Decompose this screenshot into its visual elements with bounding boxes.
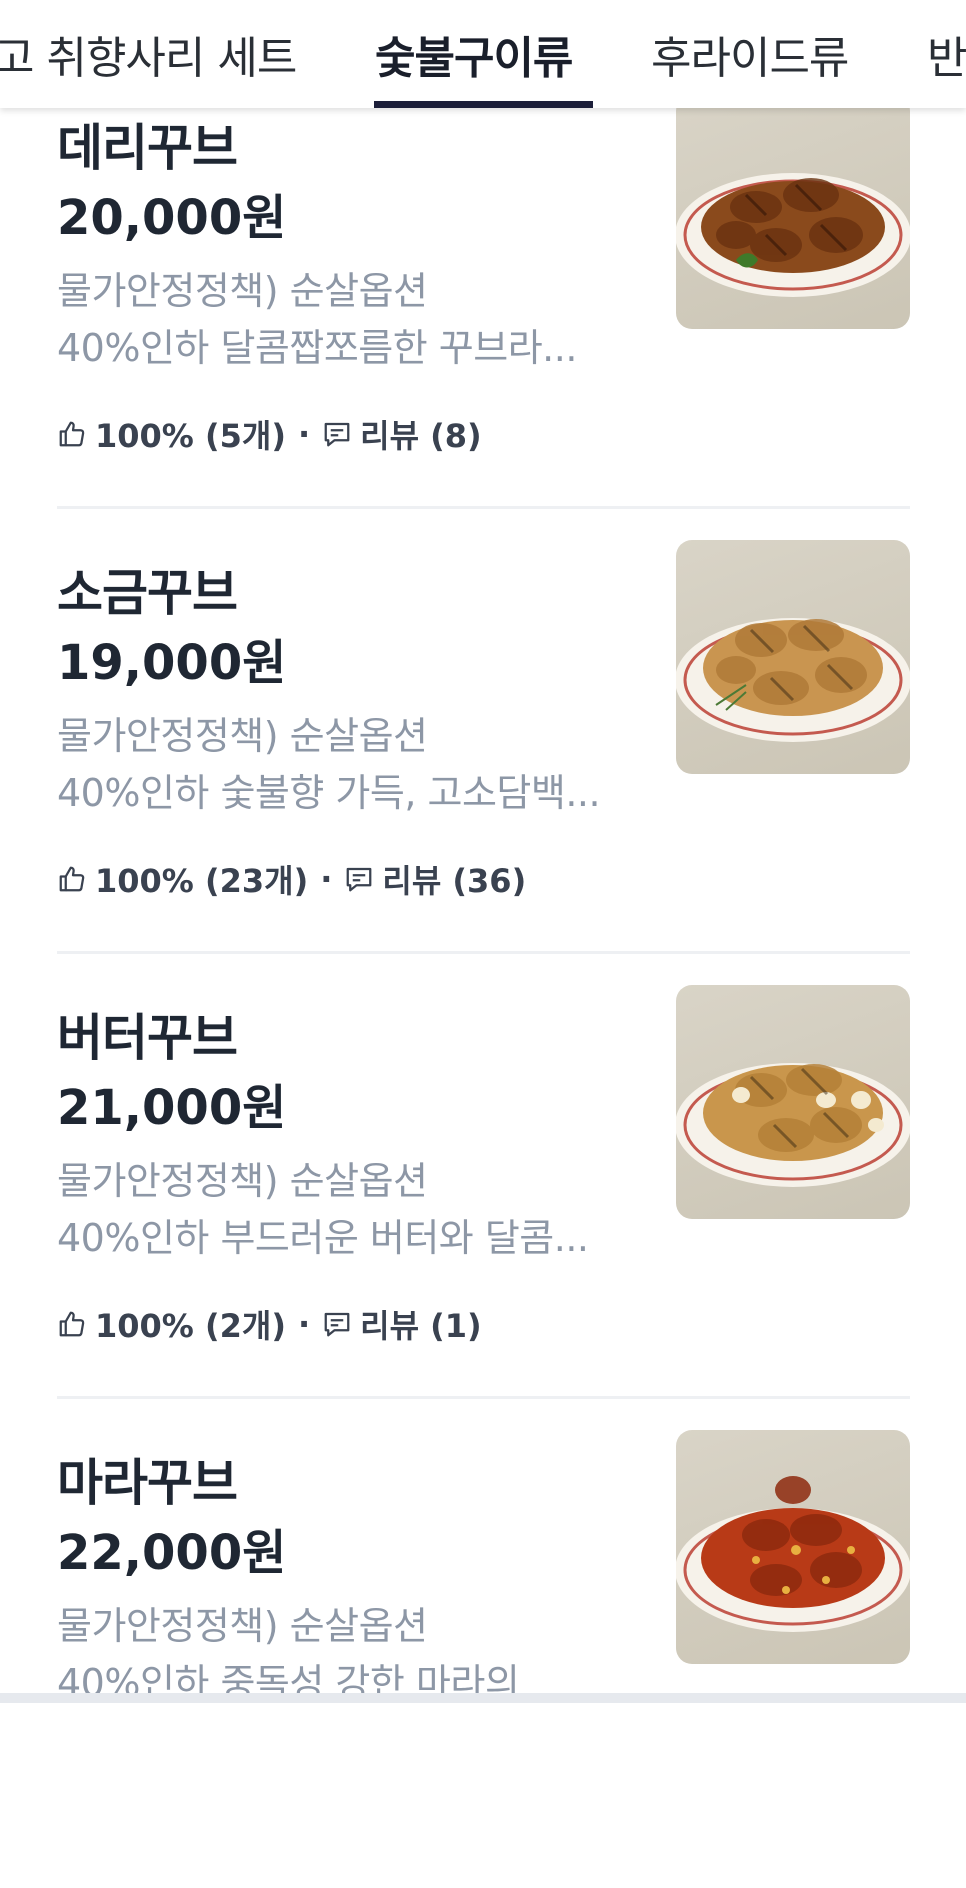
item-divider <box>57 506 910 509</box>
review-count[interactable]: 리뷰 (36) <box>382 856 526 902</box>
menu-item-name: 소금꾸브 <box>57 564 238 622</box>
description-line: 40%인하 중독성 강한 마라의 <box>57 1661 520 1705</box>
separator-dot: · <box>320 860 333 898</box>
speech-bubble-icon <box>344 864 374 894</box>
menu-item-price: 22,000원 <box>57 1525 287 1581</box>
item-divider <box>57 951 910 954</box>
item-divider <box>57 1396 910 1399</box>
description-line: 물가안정정책) 순살옵션 <box>57 1604 428 1648</box>
thumbs-up-icon <box>57 1309 87 1339</box>
menu-item-photo <box>676 540 910 774</box>
tab-sari-set[interactable]: 고 취향사리 세트 <box>0 0 297 108</box>
speech-bubble-icon <box>322 419 352 449</box>
menu-item-salt[interactable]: 소금꾸브 19,000원 물가안정정책) 순살옵션 40%인하 숯불향 가득, … <box>0 540 966 998</box>
menu-item-photo <box>676 985 910 1219</box>
description-line: 물가안정정책) 순살옵션 <box>57 1159 428 1203</box>
menu-item-photo <box>676 95 910 329</box>
separator-dot: · <box>297 415 311 453</box>
menu-item-description: 물가안정정책) 순살옵션 40%인하 달콤짭쪼름한 꾸브라... <box>57 263 647 377</box>
menu-item-butter[interactable]: 버터꾸브 21,000원 물가안정정책) 순살옵션 40%인하 부드러운 버터와… <box>0 985 966 1443</box>
category-tab-bar: 고 취향사리 세트 숯불구이류 후라이드류 반 <box>0 0 966 108</box>
review-count[interactable]: 리뷰 (8) <box>360 411 482 457</box>
description-line: 물가안정정책) 순살옵션 <box>57 269 428 313</box>
menu-item-description: 물가안정정책) 순살옵션 40%인하 숯불향 가득, 고소담백... <box>57 708 647 822</box>
menu-item-name: 데리꾸브 <box>57 119 238 177</box>
menu-item-name: 마라꾸브 <box>57 1454 238 1512</box>
menu-item-price: 19,000원 <box>57 635 287 691</box>
bottom-edge <box>0 1693 966 1703</box>
active-tab-indicator <box>374 101 593 108</box>
menu-item-meta: 100% (23개) · 리뷰 (36) <box>57 856 526 902</box>
menu-item-photo <box>676 1430 910 1664</box>
menu-item-price: 20,000원 <box>57 190 287 246</box>
description-line: 물가안정정책) 순살옵션 <box>57 714 428 758</box>
menu-item-meta: 100% (5개) · 리뷰 (8) <box>57 411 482 457</box>
like-rate: 100% (23개) <box>95 862 309 900</box>
description-line: 40%인하 부드러운 버터와 달콤... <box>57 1216 589 1260</box>
description-line: 40%인하 숯불향 가득, 고소담백... <box>57 771 601 815</box>
like-rate: 100% (5개) <box>95 417 286 455</box>
thumbs-up-icon <box>57 864 87 894</box>
like-rate: 100% (2개) <box>95 1307 286 1345</box>
menu-item-mala[interactable]: 마라꾸브 22,000원 물가안정정책) 순살옵션 40%인하 중독성 강한 마… <box>0 1430 966 1888</box>
tab-charcoal-grill[interactable]: 숯불구이류 <box>375 0 573 108</box>
menu-item-deri[interactable]: 데리꾸브 20,000원 물가안정정책) 순살옵션 40%인하 달콤짭쪼름한 꾸… <box>0 95 966 553</box>
description-line: 40%인하 달콤짭쪼름한 꾸브라... <box>57 326 577 370</box>
menu-item-name: 버터꾸브 <box>57 1009 238 1067</box>
review-count[interactable]: 리뷰 (1) <box>360 1301 482 1347</box>
menu-item-description: 물가안정정책) 순살옵션 40%인하 부드러운 버터와 달콤... <box>57 1153 647 1267</box>
tab-fried[interactable]: 후라이드류 <box>651 0 849 108</box>
thumbs-up-icon <box>57 419 87 449</box>
separator-dot: · <box>297 1305 311 1343</box>
speech-bubble-icon <box>322 1309 352 1339</box>
tab-half[interactable]: 반 <box>927 0 966 108</box>
menu-item-meta: 100% (2개) · 리뷰 (1) <box>57 1301 482 1347</box>
menu-item-price: 21,000원 <box>57 1080 287 1136</box>
